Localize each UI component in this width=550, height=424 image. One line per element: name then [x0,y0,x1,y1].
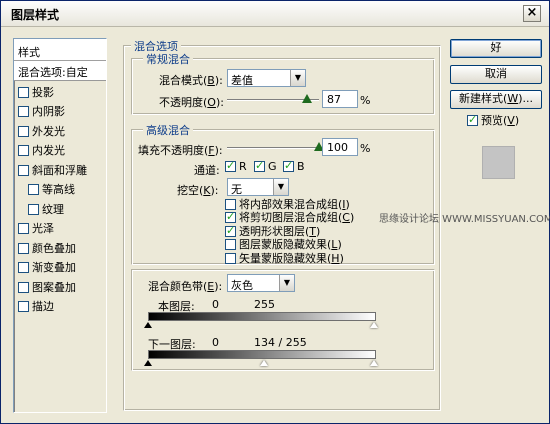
styles-header[interactable]: 样式 [14,39,106,61]
close-button[interactable]: × [523,5,541,22]
under-layer-high: 134 / 255 [254,336,307,349]
under-layer-gradient [148,350,376,359]
style-item[interactable]: 颜色叠加 [14,237,106,257]
style-item-checkbox[interactable] [18,145,29,156]
style-item-label: 斜面和浮雕 [32,163,87,177]
channel-g-checkbox[interactable] [254,159,265,172]
window-title: 图层样式 [11,8,60,22]
chevron-down-icon: ▼ [290,70,305,86]
style-item-label: 颜色叠加 [32,241,76,255]
knockout-label: 挖空(K): [177,184,219,197]
layer-style-dialog: 图层样式 × 样式 混合选项:自定投影内阴影外发光内发光斜面和浮雕等高线纹理光泽… [0,0,550,424]
style-item-checkbox[interactable] [18,106,29,117]
blend-if-value: 灰色 [231,279,253,292]
styles-list: 样式 混合选项:自定投影内阴影外发光内发光斜面和浮雕等高线纹理光泽颜色叠加渐变叠… [13,38,107,413]
style-item-checkbox[interactable] [18,86,29,98]
advanced-option[interactable]: 矢量蒙版隐藏效果(H) [225,250,344,266]
preview-toggle[interactable]: 预览(V) [467,112,519,128]
blend-mode-select[interactable]: 差值 ▼ [227,69,306,87]
style-item-checkbox[interactable] [18,223,29,234]
style-item-label: 纹理 [42,202,64,216]
style-item[interactable]: 纹理 [14,198,106,218]
style-item-checkbox[interactable] [28,184,39,195]
style-item[interactable]: 描边 [14,295,106,315]
style-item[interactable]: 渐变叠加 [14,256,106,276]
blend-mode-label: 混合模式(B): [159,74,223,87]
under-layer-low: 0 [212,336,219,349]
style-item-checkbox[interactable] [18,125,29,137]
style-item-label: 投影 [32,85,54,99]
fill-opacity-slider-track[interactable] [227,147,319,149]
style-item[interactable]: 投影 [14,81,106,101]
style-item-checkbox[interactable] [18,281,29,293]
channels-label: 通道: [194,164,220,177]
advanced-option-checkbox[interactable] [225,239,236,250]
watermark: 思缘设计论坛 WWW.MISSYUAN.COM [379,214,550,225]
style-item-checkbox[interactable] [18,262,29,273]
fill-opacity-percent: % [360,142,371,155]
this-layer-high: 255 [254,298,275,311]
style-item-label: 内阴影 [32,105,65,118]
advanced-blending-title: 高级混合 [143,122,193,138]
this-layer-black-stop[interactable] [144,322,152,328]
style-item[interactable]: 混合选项:自定 [14,61,106,81]
knockout-select[interactable]: 无 ▼ [227,178,289,196]
style-item-checkbox[interactable] [18,242,29,254]
style-item[interactable]: 图案叠加 [14,276,106,296]
channel-b[interactable]: B [283,159,305,173]
blend-if-label: 混合颜色带(E): [148,280,223,293]
chevron-down-icon: ▼ [273,179,288,195]
style-item-label: 光泽 [32,222,54,235]
style-item[interactable]: 内发光 [14,139,106,159]
title-bar[interactable]: 图层样式 × [1,1,549,27]
style-item-checkbox[interactable] [18,164,29,176]
style-item-label: 外发光 [32,124,65,138]
style-item[interactable]: 光泽 [14,217,106,237]
knockout-value: 无 [231,183,242,196]
style-item-label: 渐变叠加 [32,261,76,274]
ok-button[interactable]: 好 [450,39,542,58]
blend-mode-value: 差值 [231,74,253,87]
style-item[interactable]: 内阴影 [14,100,106,120]
style-item-checkbox[interactable] [28,203,39,215]
style-preview [460,132,533,183]
preview-swatch [482,146,515,179]
this-layer-gradient [148,312,376,321]
opacity-input[interactable]: 87 [322,90,358,108]
style-item-label: 混合选项:自定 [18,66,88,79]
channel-r-checkbox[interactable] [225,159,236,172]
style-item-label: 描边 [32,300,54,313]
channel-r[interactable]: R [225,159,247,173]
opacity-label: 不透明度(O): [159,96,224,109]
style-item[interactable]: 外发光 [14,120,106,140]
style-item-label: 内发光 [32,144,65,157]
blend-if-select[interactable]: 灰色 ▼ [227,274,295,292]
under-layer-split-stop[interactable] [260,360,268,366]
advanced-option-checkbox[interactable] [225,210,236,223]
style-item-checkbox[interactable] [18,301,29,312]
opacity-percent: % [360,94,371,107]
style-item-label: 图案叠加 [32,280,76,294]
opacity-slider-thumb[interactable] [302,94,313,103]
style-item[interactable]: 斜面和浮雕 [14,159,106,179]
style-item[interactable]: 等高线 [14,178,106,198]
cancel-button[interactable]: 取消 [450,65,542,84]
this-layer-low: 0 [212,298,219,311]
general-blending-title: 常规混合 [143,51,193,67]
new-style-button[interactable]: 新建样式(W)... [450,90,542,109]
advanced-option-checkbox[interactable] [225,253,236,264]
under-layer-black-stop[interactable] [144,360,152,366]
channel-g[interactable]: G [254,159,277,173]
this-layer-white-stop[interactable] [370,322,378,328]
preview-checkbox[interactable] [467,113,478,126]
style-item-label: 等高线 [42,183,75,196]
fill-opacity-input[interactable]: 100 [322,138,358,156]
channel-b-checkbox[interactable] [283,159,294,172]
chevron-down-icon: ▼ [279,275,294,291]
fill-opacity-label: 填充不透明度(F): [138,144,223,157]
under-layer-white-stop[interactable] [370,360,378,366]
